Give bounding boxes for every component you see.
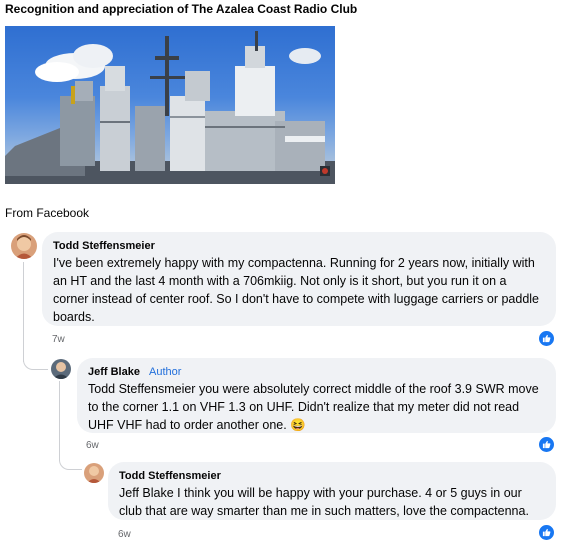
comment-timestamp[interactable]: 6w bbox=[118, 529, 131, 540]
avatar[interactable] bbox=[51, 359, 71, 379]
comment-bubble: Todd Steffensmeier I've been extremely h… bbox=[42, 232, 556, 326]
comment-bubble: Jeff Blake Author Todd Steffensmeier you … bbox=[77, 358, 556, 433]
page-title: Recognition and appreciation of The Azal… bbox=[5, 2, 358, 16]
avatar[interactable] bbox=[11, 233, 37, 259]
source-label: From Facebook bbox=[5, 206, 90, 220]
battleship-photo bbox=[5, 26, 335, 184]
comment-author[interactable]: Todd Steffensmeier bbox=[53, 239, 544, 253]
comment-timestamp[interactable]: 6w bbox=[86, 440, 99, 451]
author-badge: Author bbox=[148, 366, 182, 378]
comment-author-line: Jeff Blake Author bbox=[88, 365, 544, 379]
comment-author[interactable]: Jeff Blake bbox=[88, 366, 140, 378]
comment-text: Todd Steffensmeier you were absolutely c… bbox=[88, 382, 539, 432]
comment-timestamp[interactable]: 7w bbox=[52, 334, 65, 345]
like-icon[interactable] bbox=[539, 525, 554, 540]
thread-connector bbox=[59, 455, 82, 470]
thread-connector bbox=[23, 355, 48, 370]
like-icon[interactable] bbox=[539, 437, 554, 452]
like-icon[interactable] bbox=[539, 331, 554, 346]
avatar[interactable] bbox=[84, 463, 104, 483]
comment-bubble: Todd Steffensmeier Jeff Blake I think yo… bbox=[108, 462, 556, 520]
comment-author[interactable]: Todd Steffensmeier bbox=[119, 469, 544, 483]
thread-line bbox=[23, 262, 24, 362]
thread-line bbox=[59, 381, 60, 461]
comment-text: Jeff Blake I think you will be happy wit… bbox=[119, 486, 529, 518]
comment-text: I've been extremely happy with my compac… bbox=[53, 256, 539, 324]
